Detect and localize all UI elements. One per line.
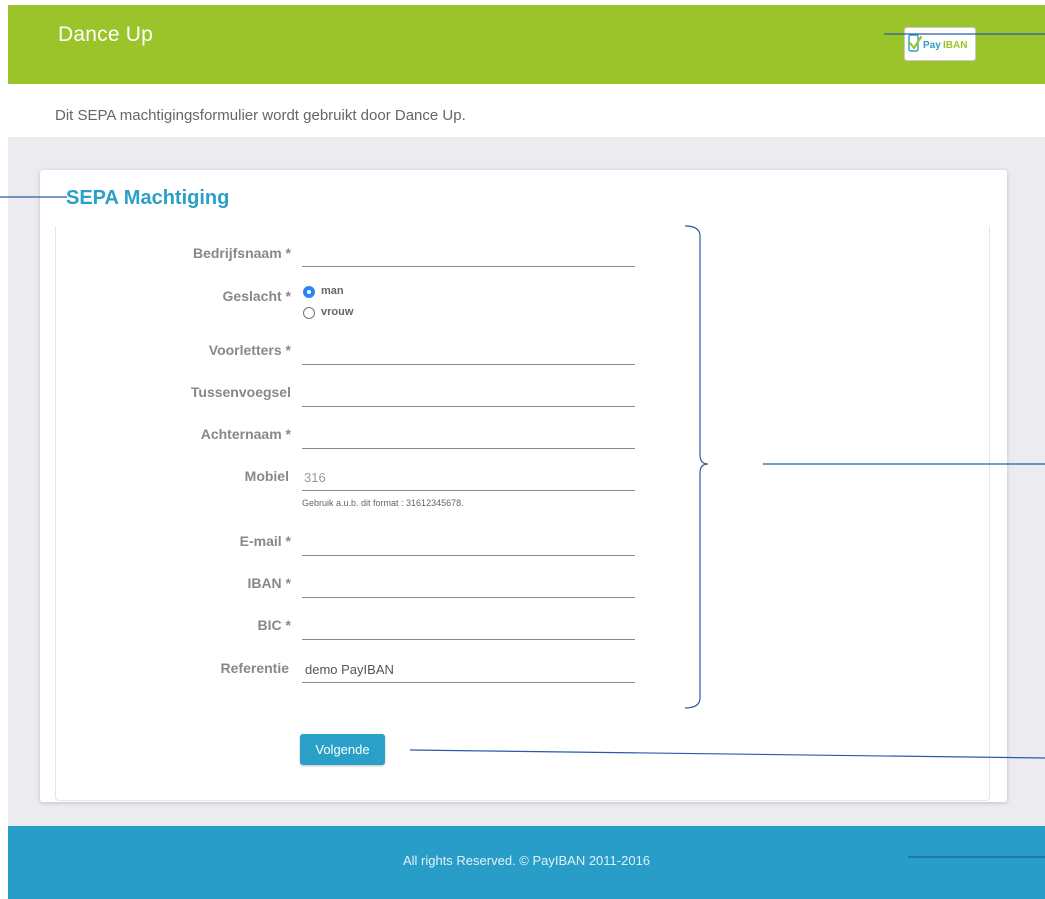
iban-input[interactable]	[302, 597, 635, 598]
bedrijfsnaam-input[interactable]	[302, 266, 635, 267]
voorletters-input[interactable]	[302, 364, 635, 365]
mobiel-placeholder[interactable]: 316	[304, 470, 326, 485]
iban-label: IBAN *	[247, 575, 291, 591]
logo-text-pay: Pay	[923, 40, 941, 51]
referentie-input[interactable]	[302, 682, 635, 683]
bic-input[interactable]	[302, 639, 635, 640]
footer-copyright: All rights Reserved. © PayIBAN 2011-2016	[402, 853, 651, 868]
header-bar: Dance Up Pay IBAN	[8, 5, 1045, 84]
volgende-button[interactable]: Volgende	[300, 734, 385, 765]
bic-label: BIC *	[257, 617, 291, 633]
tussenvoegsel-label: Tussenvoegsel	[190, 384, 291, 400]
geslacht-option-man[interactable]: man	[321, 285, 344, 297]
phone-check-icon: Pay IBAN	[908, 34, 967, 52]
mobiel-input[interactable]	[302, 490, 635, 491]
geslacht-radio-man[interactable]	[303, 286, 315, 298]
geslacht-radio-vrouw[interactable]	[303, 307, 315, 319]
voorletters-label: Voorletters *	[208, 342, 291, 358]
email-label: E-mail *	[239, 533, 291, 549]
geslacht-option-vrouw[interactable]: vrouw	[321, 306, 353, 318]
payiban-logo[interactable]: Pay IBAN	[904, 27, 976, 61]
referentie-label: Referentie	[220, 660, 289, 676]
logo-text-iban: IBAN	[943, 40, 967, 51]
form-title: SEPA Machtiging	[66, 187, 230, 209]
bedrijfsnaam-label: Bedrijfsnaam *	[192, 245, 291, 261]
geslacht-label: Geslacht *	[222, 288, 291, 304]
intro-text: Dit SEPA machtigingsformulier wordt gebr…	[55, 107, 466, 124]
achternaam-label: Achternaam *	[200, 426, 291, 442]
email-input[interactable]	[302, 555, 635, 556]
form-body	[55, 226, 990, 801]
referentie-value[interactable]: demo PayIBAN	[305, 662, 394, 677]
brand-title: Dance Up	[58, 23, 153, 46]
achternaam-input[interactable]	[302, 448, 635, 449]
footer-bar: All rights Reserved. © PayIBAN 2011-2016	[8, 826, 1045, 899]
form-card: SEPA Machtiging	[40, 170, 1007, 802]
mobiel-hint: Gebruik a.u.b. dit format : 31612345678.	[302, 498, 464, 508]
mobiel-label: Mobiel	[244, 468, 289, 484]
tussenvoegsel-input[interactable]	[302, 406, 635, 407]
